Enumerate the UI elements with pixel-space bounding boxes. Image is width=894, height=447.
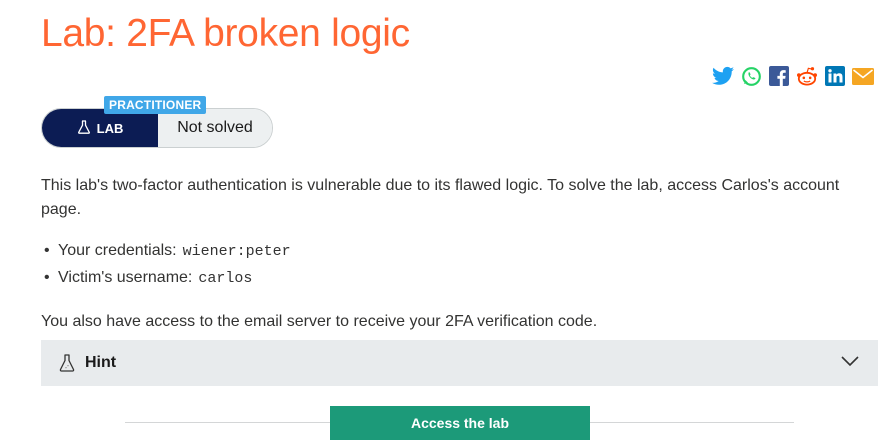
credentials-value: wiener:peter bbox=[182, 243, 291, 260]
linkedin-icon[interactable] bbox=[824, 65, 846, 87]
access-lab-button[interactable]: Access the lab bbox=[330, 406, 590, 440]
reddit-icon[interactable] bbox=[796, 65, 818, 87]
flask-icon bbox=[59, 354, 77, 372]
email-icon[interactable] bbox=[852, 65, 874, 87]
page-title: Lab: 2FA broken logic bbox=[41, 12, 410, 55]
credentials-list: Your credentials: wiener:peter Victim's u… bbox=[41, 239, 291, 293]
chevron-down-icon[interactable] bbox=[840, 354, 860, 373]
status-pill: LAB Not solved bbox=[41, 108, 273, 148]
list-item: Victim's username: carlos bbox=[41, 266, 291, 293]
email-server-note: You also have access to the email server… bbox=[41, 313, 598, 330]
lab-type-label: LAB bbox=[42, 109, 158, 147]
solved-status: Not solved bbox=[158, 109, 272, 147]
facebook-icon[interactable] bbox=[768, 65, 790, 87]
hint-label: Hint bbox=[85, 354, 117, 371]
victim-username-label: Victim's username: bbox=[58, 269, 193, 286]
credentials-label: Your credentials: bbox=[58, 242, 177, 259]
list-item: Your credentials: wiener:peter bbox=[41, 239, 291, 266]
level-badge: PRACTITIONER bbox=[104, 96, 207, 114]
flask-icon bbox=[77, 119, 91, 137]
share-bar bbox=[712, 65, 874, 87]
victim-username-value: carlos bbox=[198, 270, 253, 287]
whatsapp-icon[interactable] bbox=[740, 65, 762, 87]
twitter-icon[interactable] bbox=[712, 65, 734, 87]
hint-accordion[interactable]: Hint bbox=[41, 340, 878, 386]
lab-label: LAB bbox=[96, 120, 124, 136]
lab-description: This lab's two-factor authentication is … bbox=[41, 177, 840, 218]
